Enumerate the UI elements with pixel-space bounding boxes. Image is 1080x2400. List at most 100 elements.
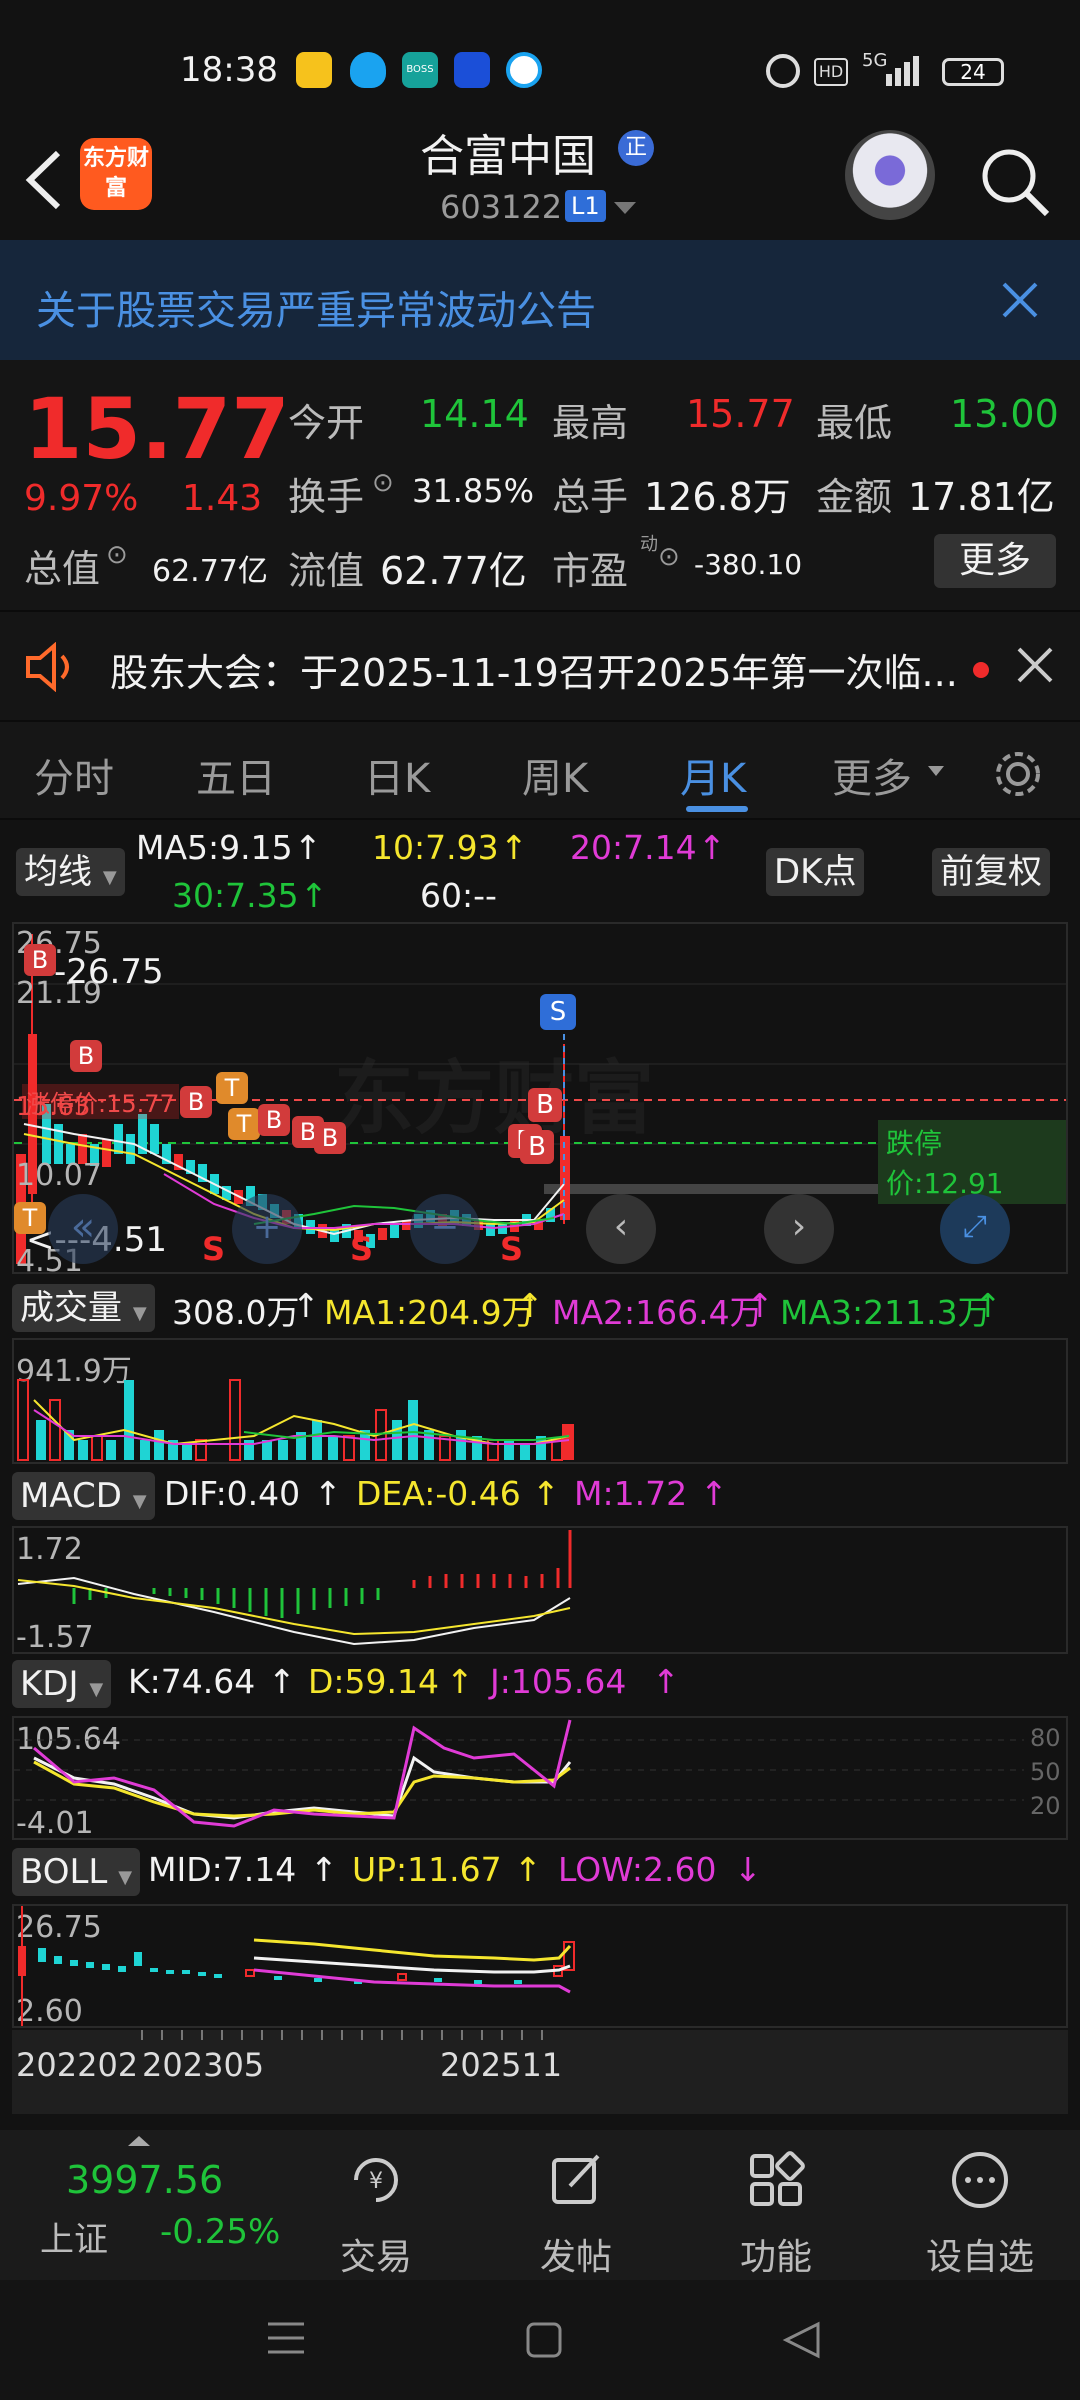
recruit-icon [454,52,490,88]
up-arrow-icon: ↑ [746,1286,774,1325]
battery-icon: 24 [942,58,1004,86]
tab-five-day[interactable]: 五日 [196,746,276,804]
tab-weekly-k[interactable]: 周K [522,746,588,804]
stock-type-badge: 正 [618,130,654,166]
tab-intraday[interactable]: 分时 [34,746,114,804]
index-value[interactable]: 3997.56 [66,2158,223,2202]
macd-indicator-selector[interactable]: MACD ▼ [12,1472,155,1520]
buy-marker[interactable]: B [528,1088,562,1122]
notice-banner[interactable]: 关于股票交易严重异常波动公告 [0,240,1080,360]
up-arrow-icon: ↑ [314,1474,342,1513]
boll-chart[interactable]: 26.75 2.60 [12,1904,1068,2029]
add-watchlist-button[interactable]: 设自选 [910,2150,1050,2280]
index-name[interactable]: 上证 [40,2212,108,2261]
buy-marker[interactable]: B [180,1086,212,1118]
up-arrow-icon: ↑ [974,1286,1002,1325]
sell-signal: S [350,1230,374,1268]
volume-indicator-selector[interactable]: 成交量 ▼ [12,1284,155,1332]
up-arrow-icon: ↑ [700,1474,728,1513]
menu-icon[interactable] [266,2320,306,2356]
adjust-button[interactable]: 前复权 [932,848,1050,896]
back-button[interactable] [20,145,70,215]
t-marker[interactable]: T [216,1072,248,1104]
zoom-out-button[interactable]: − [410,1194,480,1264]
assistant-avatar[interactable] [845,130,935,220]
trade-button[interactable]: ¥ 交易 [306,2150,446,2280]
ma20-value: 20:7.14 [570,828,697,867]
chevron-up-icon[interactable] [128,2136,150,2148]
stock-name[interactable]: 合富中国 [420,120,596,184]
volume-svg [17,1379,574,1461]
period-tabs: 分时 五日 日K 周K 月K 更多 [0,720,1080,820]
indicator-selector[interactable]: 均线 ▼ [16,848,125,896]
zoom-in-button[interactable]: + [232,1194,302,1264]
up-arrow-icon: ↑ [446,1662,474,1701]
rewind-button[interactable]: « [48,1194,118,1264]
vol-ma3: MA3:211.3万 [780,1293,991,1332]
t-marker[interactable]: T [14,1202,46,1234]
level-badge[interactable]: L1 [565,190,606,222]
up-arrow-icon: ↑ [698,828,726,867]
up-arrow-icon: ↑ [514,1850,542,1889]
buy-marker[interactable]: B [520,1130,554,1164]
search-icon[interactable] [975,142,1055,222]
announcement-text[interactable]: 股东大会：于2025-11-19召开2025年第一次临... [110,642,958,697]
more-button[interactable]: 更多 [934,534,1056,588]
back-nav-icon[interactable] [782,2320,822,2360]
close-icon[interactable] [1015,645,1055,685]
svg-text:¥: ¥ [369,2169,383,2194]
kline-chart[interactable]: 东方财富 26.75 21.19 15.63 10.07 4.51 -26.75… [12,922,1068,1279]
x-axis: 202202 202305 202511 [12,2030,1068,2114]
gear-icon[interactable] [990,746,1046,802]
buy-marker[interactable]: B [70,1040,102,1072]
t-marker[interactable]: T [228,1108,260,1140]
unread-dot [973,662,989,678]
volume-value: 308.0万 [172,1293,300,1332]
tab-daily-k[interactable]: 日K [364,746,430,804]
scroll-left-button[interactable]: ‹ [586,1194,656,1264]
up-arrow-icon: ↑ [294,828,322,867]
macd-chart[interactable]: 1.72 -1.57 [12,1526,1068,1655]
sell-marker[interactable]: S [540,994,576,1030]
chevron-down-icon[interactable] [928,766,944,778]
info-icon[interactable]: ⊙ [372,468,394,498]
amount-value: 17.81亿 [908,475,1055,519]
chevron-down-icon[interactable] [614,202,636,216]
kdj-svg [14,1719,1024,1828]
kdj-j: J:105.64 [490,1662,627,1701]
close-icon[interactable] [990,270,1050,330]
status-bar: 18:38 BOSS HD 5G 24 [0,0,1080,140]
boll-indicator-selector[interactable]: BOLL ▼ [12,1848,141,1896]
notice-text[interactable]: 关于股票交易严重异常波动公告 [36,278,596,336]
pe-superscript: 动 [640,534,658,555]
browser-icon [506,52,542,88]
functions-button[interactable]: 功能 [706,2150,846,2280]
kdj-chart[interactable]: 105.64 -4.01 80 50 20 [12,1716,1068,1841]
grid-icon [750,2151,805,2206]
home-icon[interactable] [524,2320,564,2360]
buy-marker[interactable]: B [24,944,56,976]
buy-marker[interactable]: B [314,1122,346,1154]
post-button[interactable]: 发帖 [506,2150,646,2280]
low-value: 13.00 [950,392,1059,436]
quote-panel: 15.77 9.97% 1.43 总值 ⊙ 62.77亿 今开 14.14 最高… [0,360,1080,610]
info-icon[interactable]: ⊙ [658,542,680,572]
volume-chart[interactable]: 941.9万 [12,1338,1068,1464]
tab-more[interactable]: 更多 [832,746,912,804]
index-change[interactable]: -0.25% [160,2212,280,2252]
dk-point-button[interactable]: DK点 [766,848,865,896]
tab-monthly-k[interactable]: 月K [680,746,746,804]
announcement-bar[interactable]: 股东大会：于2025-11-19召开2025年第一次临... [0,610,1080,720]
info-icon[interactable]: ⊙ [106,540,128,570]
buy-marker[interactable]: B [258,1104,290,1136]
pe-value: -380.10 [694,548,803,581]
macd-dea: DEA:-0.46 [356,1474,521,1513]
up-arrow-icon: ↑ [268,1662,296,1701]
macd-svg [17,1530,572,1646]
scroll-right-button[interactable]: › [764,1194,834,1264]
app-logo[interactable]: 东方财富 [80,138,152,210]
turnover-label: 换手 [288,475,365,519]
boll-mid: MID:7.14 [148,1850,297,1889]
fullscreen-button[interactable]: ⤢ [940,1194,1010,1264]
kdj-indicator-selector[interactable]: KDJ ▼ [12,1660,112,1708]
